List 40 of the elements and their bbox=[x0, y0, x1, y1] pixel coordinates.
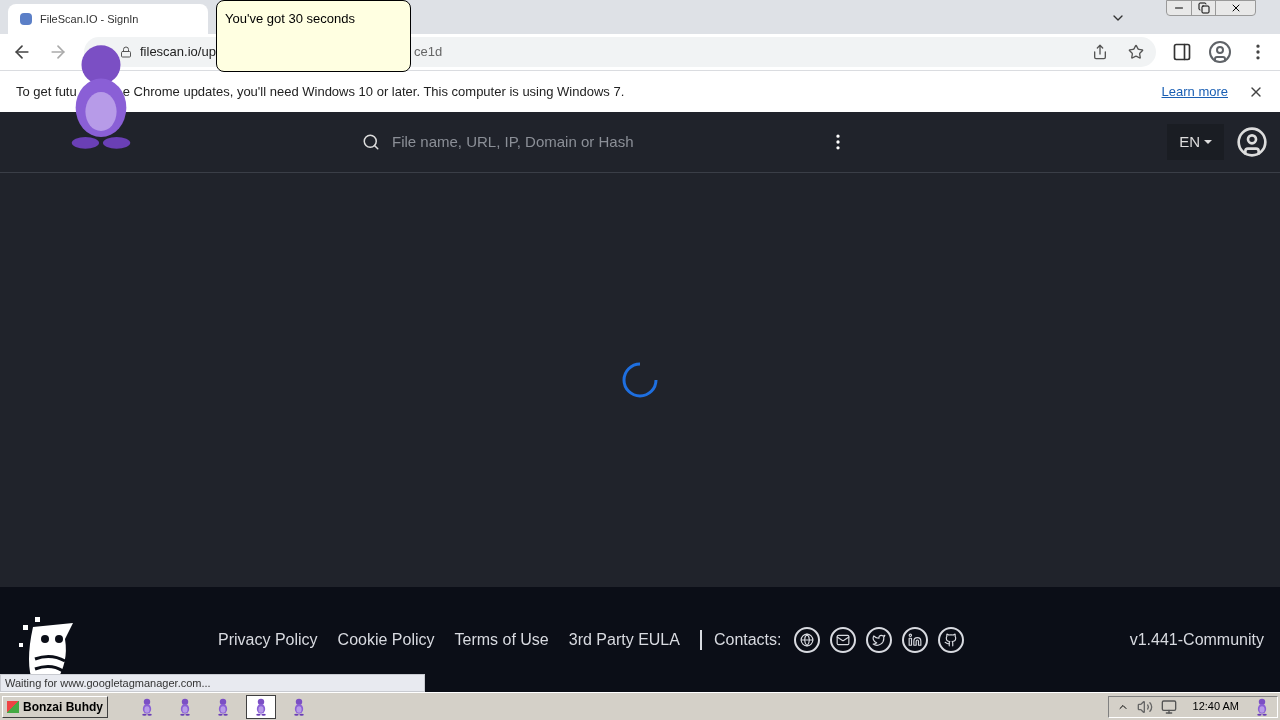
bookmark-star-icon[interactable] bbox=[1128, 44, 1144, 60]
share-icon[interactable] bbox=[1092, 44, 1108, 60]
loading-spinner bbox=[622, 362, 658, 398]
search-icon bbox=[362, 133, 380, 151]
site-icon bbox=[20, 13, 32, 25]
version-text: v1.441-Community bbox=[1129, 629, 1264, 650]
lock-icon bbox=[120, 46, 132, 58]
learn-more-link[interactable]: Learn more bbox=[1161, 81, 1228, 102]
figure-icon bbox=[292, 697, 306, 716]
infobar-message: e Chrome updates, you'll need Windows 10 or later. This computer is using Windows 7. bbox=[122, 82, 625, 101]
language-dropdown[interactable]: EN bbox=[1167, 124, 1224, 160]
github-icon[interactable] bbox=[937, 626, 964, 653]
restore-icon bbox=[1197, 2, 1210, 14]
clock: 12:40 AM bbox=[1192, 699, 1239, 715]
figure-icon bbox=[254, 697, 268, 716]
globe-icon[interactable] bbox=[793, 626, 820, 653]
start-button[interactable]: Bonzai Buhdy bbox=[2, 695, 108, 718]
account-icon[interactable] bbox=[1236, 126, 1268, 158]
search-field[interactable]: File name, URL, IP, Domain or Hash bbox=[392, 130, 792, 154]
volume-icon[interactable] bbox=[1136, 698, 1153, 715]
figure-icon bbox=[1255, 697, 1269, 716]
footer-link[interactable]: Privacy Policy bbox=[218, 627, 318, 652]
figure-icon bbox=[216, 697, 230, 716]
status-bubble: Waiting for www.googletagmanager.com... bbox=[0, 674, 425, 692]
taskbar-app-button[interactable] bbox=[246, 694, 276, 719]
speech-bubble-tooltip: You've got 30 seconds bbox=[216, 0, 411, 72]
footer-link[interactable]: Terms of Use bbox=[454, 627, 549, 652]
footer-link[interactable]: 3rd Party EULA bbox=[568, 627, 680, 652]
figure-icon bbox=[178, 697, 192, 716]
network-icon[interactable] bbox=[1160, 698, 1177, 715]
profile-icon[interactable] bbox=[1208, 40, 1232, 64]
twitter-icon[interactable] bbox=[865, 626, 892, 653]
footer-link[interactable]: Cookie Policy bbox=[337, 627, 435, 652]
side-panel-icon[interactable] bbox=[1172, 42, 1192, 62]
infobar-message: To get futu bbox=[16, 82, 77, 101]
mail-icon[interactable] bbox=[829, 626, 856, 653]
figure-icon bbox=[140, 697, 154, 716]
browser-tab[interactable]: FileScan.IO - SignIn bbox=[8, 4, 208, 34]
linkedin-icon[interactable] bbox=[901, 626, 928, 653]
contacts-label: Contacts: bbox=[713, 629, 782, 650]
